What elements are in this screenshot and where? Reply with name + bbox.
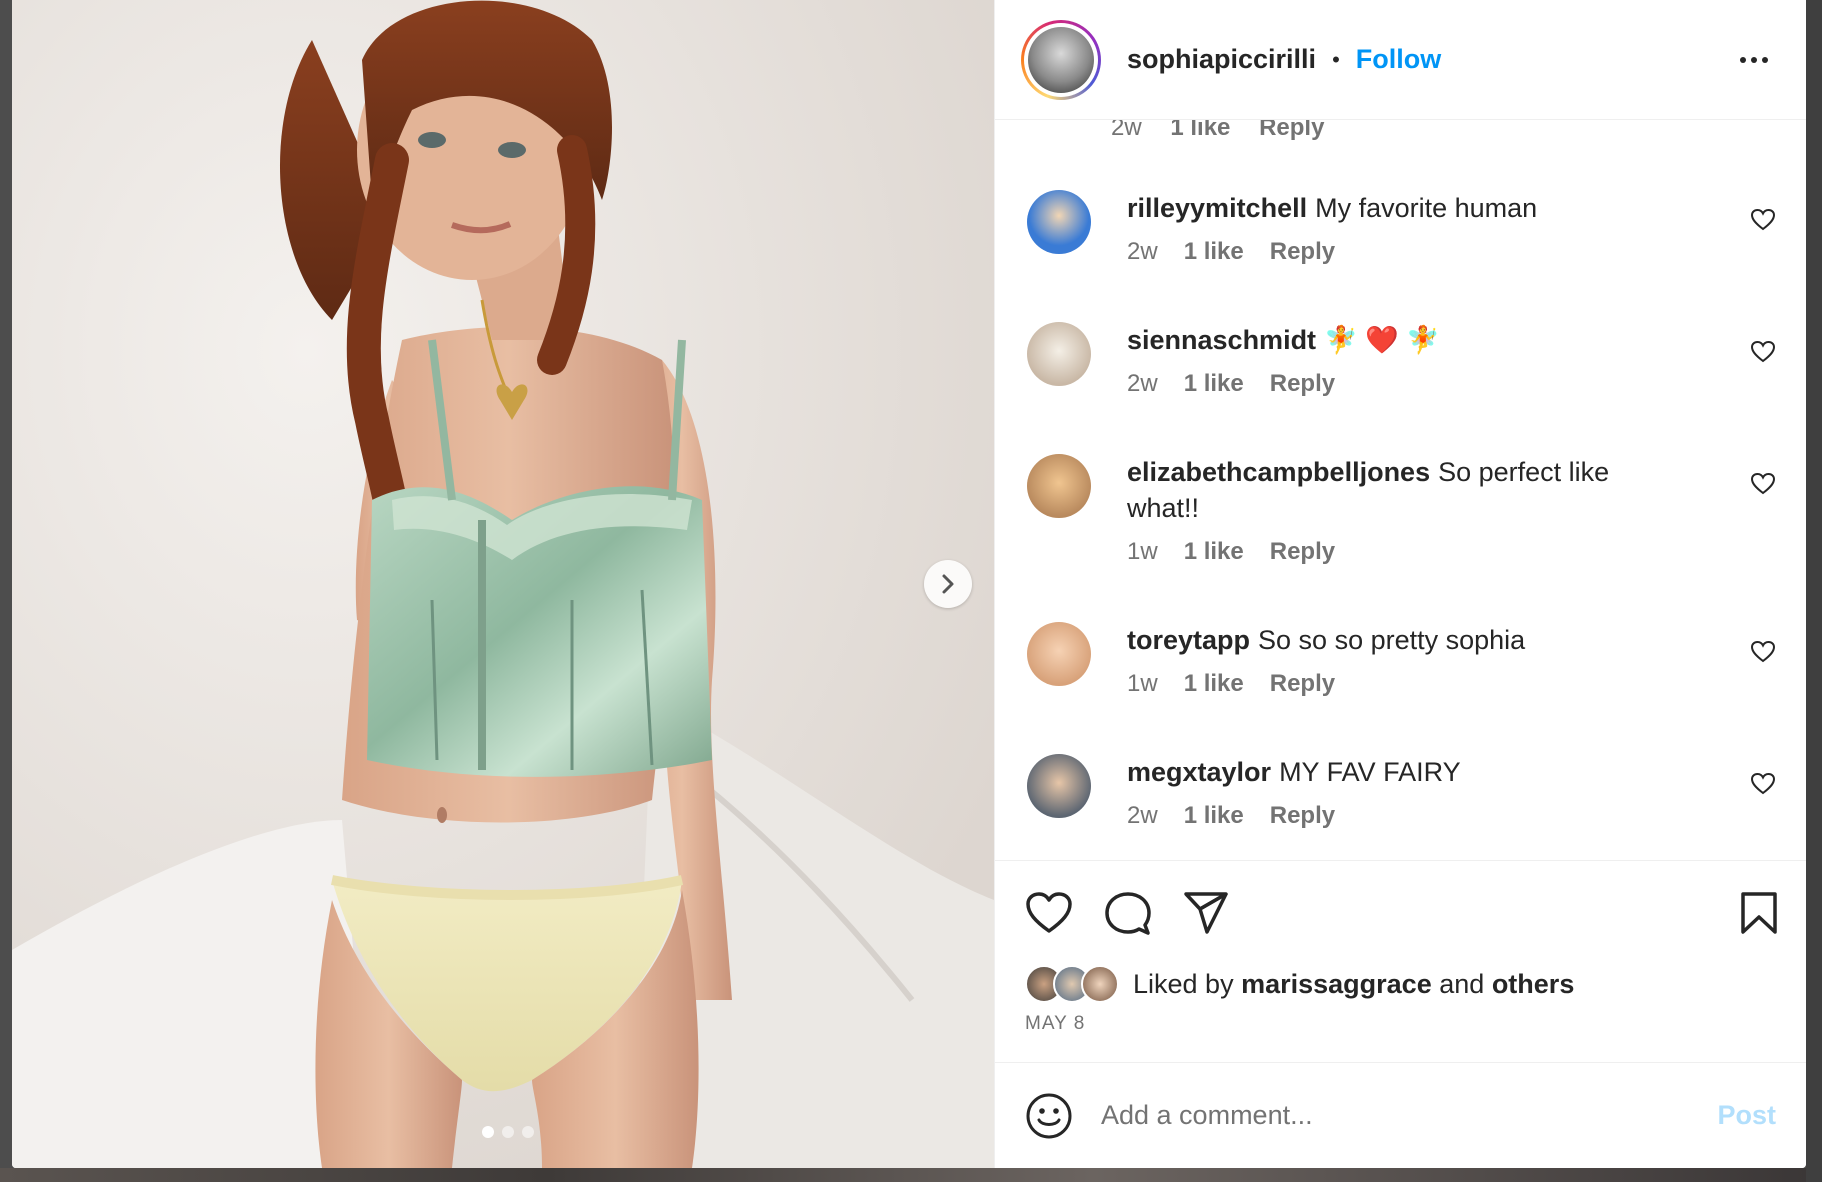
- comment-avatar[interactable]: [1027, 754, 1091, 818]
- comment-time: 2w: [1127, 802, 1158, 829]
- comment-likes[interactable]: 1 like: [1184, 238, 1244, 266]
- comment-text: So so so pretty sophia: [1258, 625, 1526, 655]
- comment-reply-button[interactable]: Reply: [1270, 670, 1335, 698]
- comment-input[interactable]: [1101, 1100, 1718, 1131]
- comment-avatar[interactable]: [1027, 622, 1091, 686]
- comment-time: 2w: [1127, 238, 1158, 265]
- comment-like-heart-icon[interactable]: [1750, 640, 1776, 664]
- comments-list[interactable]: 2w 1 like Reply rilleyymitchell My favori…: [995, 120, 1806, 860]
- post-comment-button[interactable]: Post: [1717, 1100, 1776, 1131]
- comment-reply-button[interactable]: Reply: [1270, 802, 1335, 830]
- comment-item: rilleyymitchell My favorite human 2w 1 li…: [1027, 190, 1776, 266]
- carousel-dot-2: [502, 1126, 514, 1138]
- post-media: [12, 0, 994, 1168]
- comment-icon[interactable]: [1105, 891, 1151, 937]
- emoji-icon[interactable]: [1025, 1092, 1073, 1140]
- partial-comment-meta: 2w 1 like Reply: [1111, 120, 1324, 142]
- liked-by-row: Liked by marissaggrace and others: [1025, 965, 1574, 1003]
- post-header: sophiapiccirilli • Follow: [995, 0, 1806, 120]
- comment-time: 2w: [1127, 370, 1158, 397]
- comment-time: 1w: [1127, 670, 1158, 697]
- carousel-dot-1: [482, 1126, 494, 1138]
- comment-reply-button[interactable]: Reply: [1270, 538, 1335, 566]
- post-photo: [12, 0, 994, 1168]
- liked-by-prefix: Liked by: [1133, 968, 1234, 999]
- comment-likes[interactable]: 1 like: [1184, 538, 1244, 566]
- next-arrow-icon: [942, 574, 954, 594]
- liked-by-username[interactable]: marissaggrace: [1241, 969, 1432, 999]
- comment-likes[interactable]: 1 like: [1184, 802, 1244, 830]
- header-separator: •: [1332, 46, 1340, 72]
- comment-avatar[interactable]: [1027, 454, 1091, 518]
- action-buttons: [1025, 891, 1229, 937]
- carousel-indicator: [482, 1126, 534, 1138]
- post-date[interactable]: MAY 8: [1025, 1013, 1085, 1035]
- comment-like-heart-icon[interactable]: [1750, 340, 1776, 364]
- comment-likes[interactable]: 1 like: [1184, 670, 1244, 698]
- liked-by-text: Liked by marissaggrace and others: [1133, 969, 1574, 1000]
- next-arrow-button[interactable]: [924, 560, 972, 608]
- comment-username[interactable]: siennaschmidt: [1127, 325, 1316, 355]
- owner-username[interactable]: sophiapiccirilli: [1127, 44, 1316, 75]
- comment-item: siennaschmidt 🧚 ❤️ 🧚 2w 1 like Reply: [1027, 322, 1776, 398]
- comment-username[interactable]: elizabethcampbelljones: [1127, 457, 1430, 487]
- comment-username[interactable]: toreytapp: [1127, 625, 1250, 655]
- share-icon[interactable]: [1183, 891, 1229, 935]
- comment-reply-button[interactable]: Reply: [1270, 238, 1335, 266]
- comment-reply-button[interactable]: Reply: [1270, 370, 1335, 398]
- comment-avatar[interactable]: [1027, 190, 1091, 254]
- comment-username[interactable]: rilleyymitchell: [1127, 193, 1307, 223]
- comment-text: MY FAV FAIRY: [1279, 757, 1461, 787]
- comment-like-heart-icon[interactable]: [1750, 472, 1776, 496]
- page-scrollbar-gutter: [1806, 0, 1822, 1182]
- carousel-dot-3: [522, 1126, 534, 1138]
- comment-avatar[interactable]: [1027, 322, 1091, 386]
- comment-likes[interactable]: 1 like: [1170, 120, 1230, 141]
- background-feed-strip: [0, 1168, 1822, 1182]
- comment-item: toreytapp So so so pretty sophia 1w 1 lik…: [1027, 622, 1776, 698]
- comment-item: megxtaylor MY FAV FAIRY 2w 1 like Reply: [1027, 754, 1776, 830]
- comment-like-heart-icon[interactable]: [1750, 772, 1776, 796]
- heart-icon[interactable]: [1025, 891, 1073, 935]
- comment-username[interactable]: megxtaylor: [1127, 757, 1271, 787]
- post-actions-section: Liked by marissaggrace and others MAY 8 …: [995, 860, 1806, 1168]
- comment-composer: Post: [995, 1062, 1806, 1168]
- comment-time: 1w: [1127, 538, 1158, 565]
- liked-by-joiner: and: [1439, 968, 1485, 999]
- follow-button[interactable]: Follow: [1356, 44, 1441, 75]
- more-options-icon[interactable]: [1730, 47, 1778, 73]
- comment-like-heart-icon[interactable]: [1750, 208, 1776, 232]
- comment-text: 🧚 ❤️ 🧚: [1324, 325, 1440, 355]
- owner-avatar-image: [1028, 26, 1094, 93]
- liked-by-avatars[interactable]: [1025, 965, 1119, 1003]
- comment-likes[interactable]: 1 like: [1184, 370, 1244, 398]
- comment-reply-button[interactable]: Reply: [1259, 120, 1324, 141]
- liked-by-others-link[interactable]: others: [1492, 969, 1575, 999]
- owner-avatar[interactable]: [1021, 19, 1101, 100]
- post-modal: sophiapiccirilli • Follow 2w 1 like Repl…: [12, 0, 1806, 1168]
- comment-item: elizabethcampbelljones So perfect like wh…: [1027, 454, 1776, 566]
- post-side-panel: sophiapiccirilli • Follow 2w 1 like Repl…: [994, 0, 1806, 1168]
- comment-time: 2w: [1111, 120, 1142, 141]
- bookmark-icon[interactable]: [1740, 891, 1778, 935]
- comment-text: My favorite human: [1315, 193, 1538, 223]
